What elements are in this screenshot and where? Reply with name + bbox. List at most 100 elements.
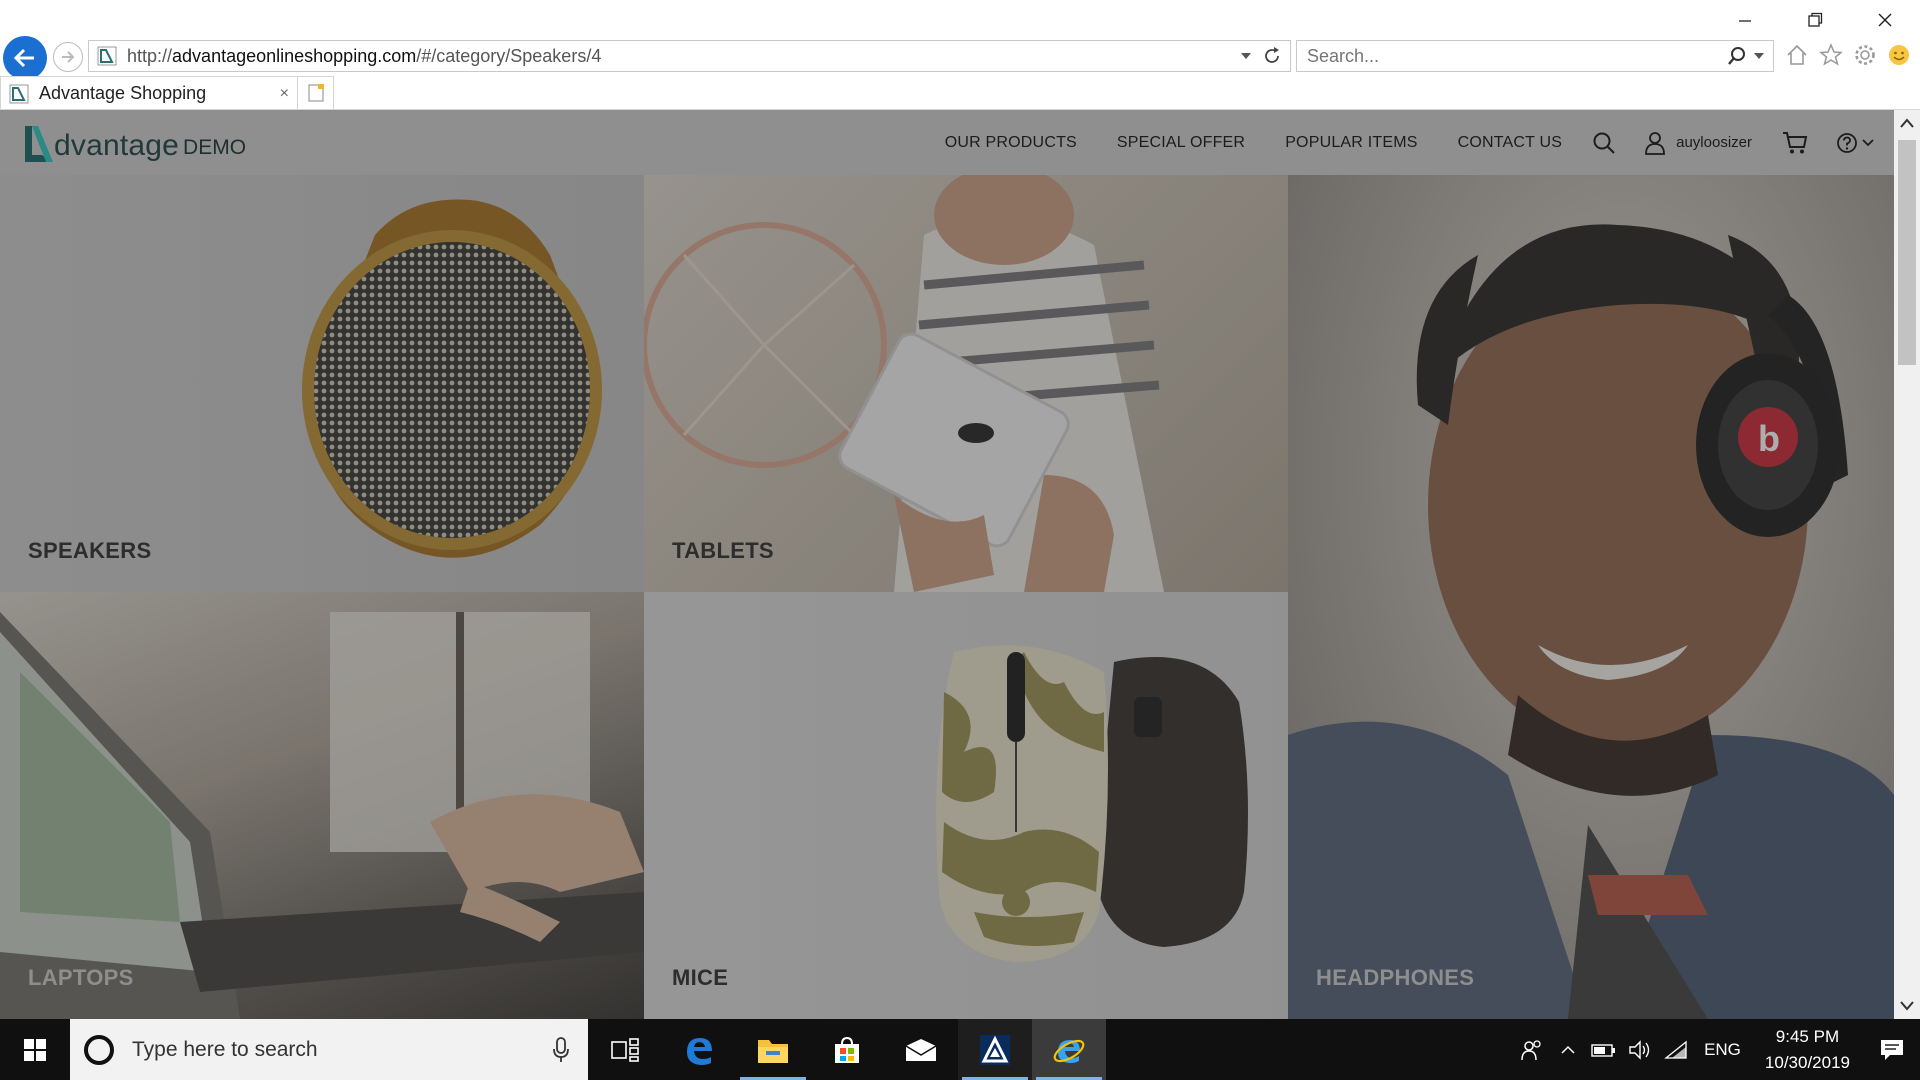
search-icon[interactable] (1727, 46, 1747, 66)
category-label-speakers: SPEAKERS (28, 538, 152, 563)
windows-taskbar: Type here to search ENG 9:45 PM 10/30/20… (0, 1019, 1920, 1080)
tab-bar: Advantage Shopping × (0, 76, 334, 110)
battery-icon (1591, 1043, 1616, 1057)
speaker-image (302, 199, 602, 558)
logo-text: dvantage (54, 129, 180, 162)
forward-button[interactable] (53, 42, 83, 72)
logo-demo-text: DEMO (183, 136, 247, 159)
category-tile-headphones[interactable]: b HEADPHONES (1288, 175, 1894, 1019)
people-button[interactable] (1514, 1019, 1550, 1080)
taskbar-search-placeholder: Type here to search (132, 1037, 318, 1061)
scroll-down-button[interactable] (1894, 993, 1920, 1019)
browser-search-box[interactable] (1296, 40, 1774, 72)
new-tab-button[interactable] (298, 76, 334, 110)
page-viewport: dvantage DEMO OUR PRODUCTS SPECIAL OFFER… (0, 110, 1894, 1019)
clock-time: 9:45 PM (1775, 1026, 1840, 1046)
browser-search-input[interactable] (1307, 45, 1727, 67)
edge-icon (687, 1037, 712, 1065)
back-arrow-icon (13, 48, 34, 68)
nav-contact-us[interactable]: CONTACT US (1458, 134, 1563, 152)
start-button[interactable] (0, 1019, 70, 1080)
task-view-button[interactable] (588, 1019, 662, 1080)
address-dropdown-icon[interactable] (1240, 51, 1252, 61)
battery-button[interactable] (1586, 1019, 1622, 1080)
scroll-up-button[interactable] (1894, 110, 1920, 136)
help-menu[interactable] (1836, 132, 1874, 154)
help-icon (1837, 132, 1857, 153)
system-tray: ENG 9:45 PM 10/30/2019 (1514, 1019, 1920, 1080)
category-grid: SPEAKERS TABLETS b HEADPHONES LAPTOPS MI… (0, 175, 1894, 1019)
search-icon (1593, 132, 1615, 154)
tablet-image (644, 175, 1164, 592)
user-menu[interactable]: auyloosizer (1644, 131, 1752, 155)
chevron-down-icon (1862, 138, 1874, 146)
action-center-button[interactable] (1864, 1019, 1920, 1080)
minimize-button[interactable] (1710, 0, 1780, 40)
site-logo[interactable]: dvantage DEMO (22, 122, 246, 164)
restore-icon (1808, 12, 1823, 27)
restore-button[interactable] (1780, 0, 1850, 40)
favorites-star-icon[interactable] (1818, 42, 1844, 68)
username-label: auyloosizer (1676, 134, 1752, 151)
page-scrollbar[interactable] (1894, 110, 1920, 1019)
address-bar[interactable]: http://advantageonlineshopping.com/#/cat… (88, 40, 1291, 72)
volume-button[interactable] (1622, 1019, 1658, 1080)
internet-explorer-icon (1053, 1039, 1085, 1063)
network-button[interactable] (1658, 1019, 1694, 1080)
chevron-up-icon (1561, 1045, 1575, 1054)
back-button[interactable] (3, 36, 47, 80)
category-label-mice: MICE (672, 965, 729, 990)
nav-our-products[interactable]: OUR PRODUCTS (945, 134, 1077, 152)
logo-mark-icon (25, 126, 53, 162)
main-navigation: OUR PRODUCTS SPECIAL OFFER POPULAR ITEMS… (905, 110, 1874, 175)
refresh-icon[interactable] (1262, 46, 1282, 66)
settings-gear-icon[interactable] (1852, 42, 1878, 68)
cortana-icon (84, 1034, 114, 1065)
scrollbar-thumb[interactable] (1898, 140, 1916, 365)
browser-chrome: http://advantageonlineshopping.com/#/cat… (0, 0, 1920, 110)
taskbar-app[interactable] (958, 1019, 1032, 1080)
home-icon[interactable] (1784, 42, 1810, 68)
mice-image (936, 645, 1248, 962)
chevron-down-icon (1900, 1001, 1914, 1011)
taskbar-mail[interactable] (884, 1019, 958, 1080)
forward-arrow-icon (62, 51, 75, 63)
address-url: http://advantageonlineshopping.com/#/cat… (127, 45, 602, 66)
taskbar-file-explorer[interactable] (736, 1019, 810, 1080)
microphone-icon[interactable] (552, 1036, 570, 1063)
category-tile-speakers[interactable]: SPEAKERS (0, 175, 644, 592)
nav-special-offer[interactable]: SPECIAL OFFER (1117, 134, 1245, 152)
tab-close-icon[interactable]: × (280, 85, 289, 103)
close-icon (1878, 13, 1892, 27)
nav-popular-items[interactable]: POPULAR ITEMS (1285, 134, 1417, 152)
site-favicon-icon (9, 84, 29, 103)
category-label-headphones: HEADPHONES (1316, 965, 1475, 990)
app-icon (980, 1034, 1010, 1065)
store-icon (835, 1036, 859, 1063)
taskbar-store[interactable] (810, 1019, 884, 1080)
search-dropdown-icon[interactable] (1753, 51, 1765, 61)
window-controls (1710, 0, 1920, 40)
headphones-image: b (1288, 224, 1894, 1019)
category-tile-laptops[interactable]: LAPTOPS (0, 592, 644, 1019)
browser-toolbar-icons (1784, 42, 1912, 68)
system-clock[interactable]: 9:45 PM 10/30/2019 (1751, 1024, 1864, 1076)
taskbar-edge[interactable] (662, 1019, 736, 1080)
smiley-icon[interactable] (1886, 42, 1912, 68)
tab-advantage-shopping[interactable]: Advantage Shopping × (0, 76, 298, 110)
show-hidden-icons-button[interactable] (1550, 1019, 1586, 1080)
task-view-icon (611, 1037, 639, 1062)
site-search-button[interactable] (1592, 131, 1616, 155)
minimize-icon (1739, 20, 1751, 22)
category-label-laptops: LAPTOPS (28, 965, 134, 990)
people-icon (1521, 1039, 1541, 1060)
close-window-button[interactable] (1850, 0, 1920, 40)
taskbar-internet-explorer[interactable] (1032, 1019, 1106, 1080)
cart-icon (1783, 131, 1808, 153)
cart-button[interactable] (1782, 131, 1808, 155)
tab-title: Advantage Shopping (39, 83, 207, 103)
category-tile-mice[interactable]: MICE (644, 592, 1288, 1019)
language-indicator[interactable]: ENG (1694, 1040, 1751, 1060)
category-tile-tablets[interactable]: TABLETS (644, 175, 1288, 592)
taskbar-search-box[interactable]: Type here to search (70, 1019, 588, 1080)
